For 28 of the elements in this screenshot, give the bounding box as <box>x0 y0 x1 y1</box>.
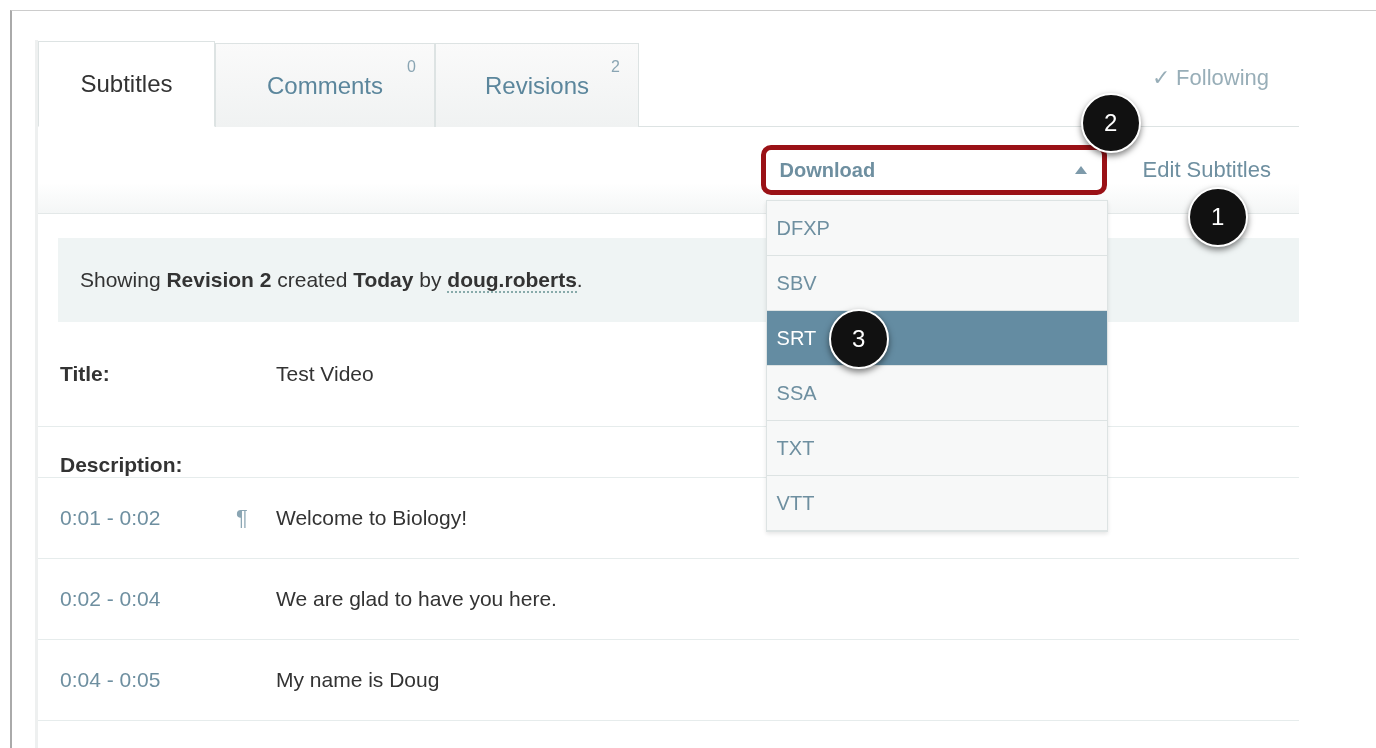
tab[interactable]: Subtitles <box>38 41 215 127</box>
following-toggle[interactable]: ✓ Following <box>1151 65 1269 91</box>
paragraph-mark: ¶ <box>236 505 248 530</box>
step-number-badge: 1 <box>1187 187 1248 247</box>
subtitle-text: My name is Doug <box>276 668 440 692</box>
timestamp: 0:02 - 0:04 <box>60 587 162 611</box>
format-option[interactable]: VTT <box>766 476 1107 531</box>
download-dropdown[interactable]: Download <box>760 145 1107 195</box>
timestamp: 0:04 - 0:05 <box>60 668 162 692</box>
title-value: Test Video <box>276 362 374 386</box>
step-number-badge: 2 <box>1080 93 1141 153</box>
format-option[interactable]: TXT <box>766 421 1107 476</box>
format-option[interactable]: SRT 3 <box>766 311 1107 366</box>
revision-info-text: Showing Revision 2 created Today by doug.roberts. <box>80 268 583 292</box>
step-number-badge: 3 <box>828 309 889 369</box>
field-label: Title: <box>60 362 111 386</box>
caret-icon <box>1073 165 1088 175</box>
subtitle-text: We are glad to have you here. <box>276 587 557 611</box>
format-option[interactable]: SSA <box>766 366 1107 421</box>
tab[interactable]: Revisions 2 <box>435 43 639 127</box>
tab-count: 0 <box>407 58 416 76</box>
username-link[interactable]: doug.roberts <box>447 268 577 293</box>
tab[interactable]: Comments 0 <box>215 43 435 127</box>
tab-count: 2 <box>611 58 620 76</box>
subtitle-text: Welcome to Biology! <box>276 506 468 530</box>
field-label: Description: <box>60 453 184 477</box>
timestamp: 0:01 - 0:02 <box>60 506 162 530</box>
format-option[interactable]: DFXP <box>766 201 1107 256</box>
